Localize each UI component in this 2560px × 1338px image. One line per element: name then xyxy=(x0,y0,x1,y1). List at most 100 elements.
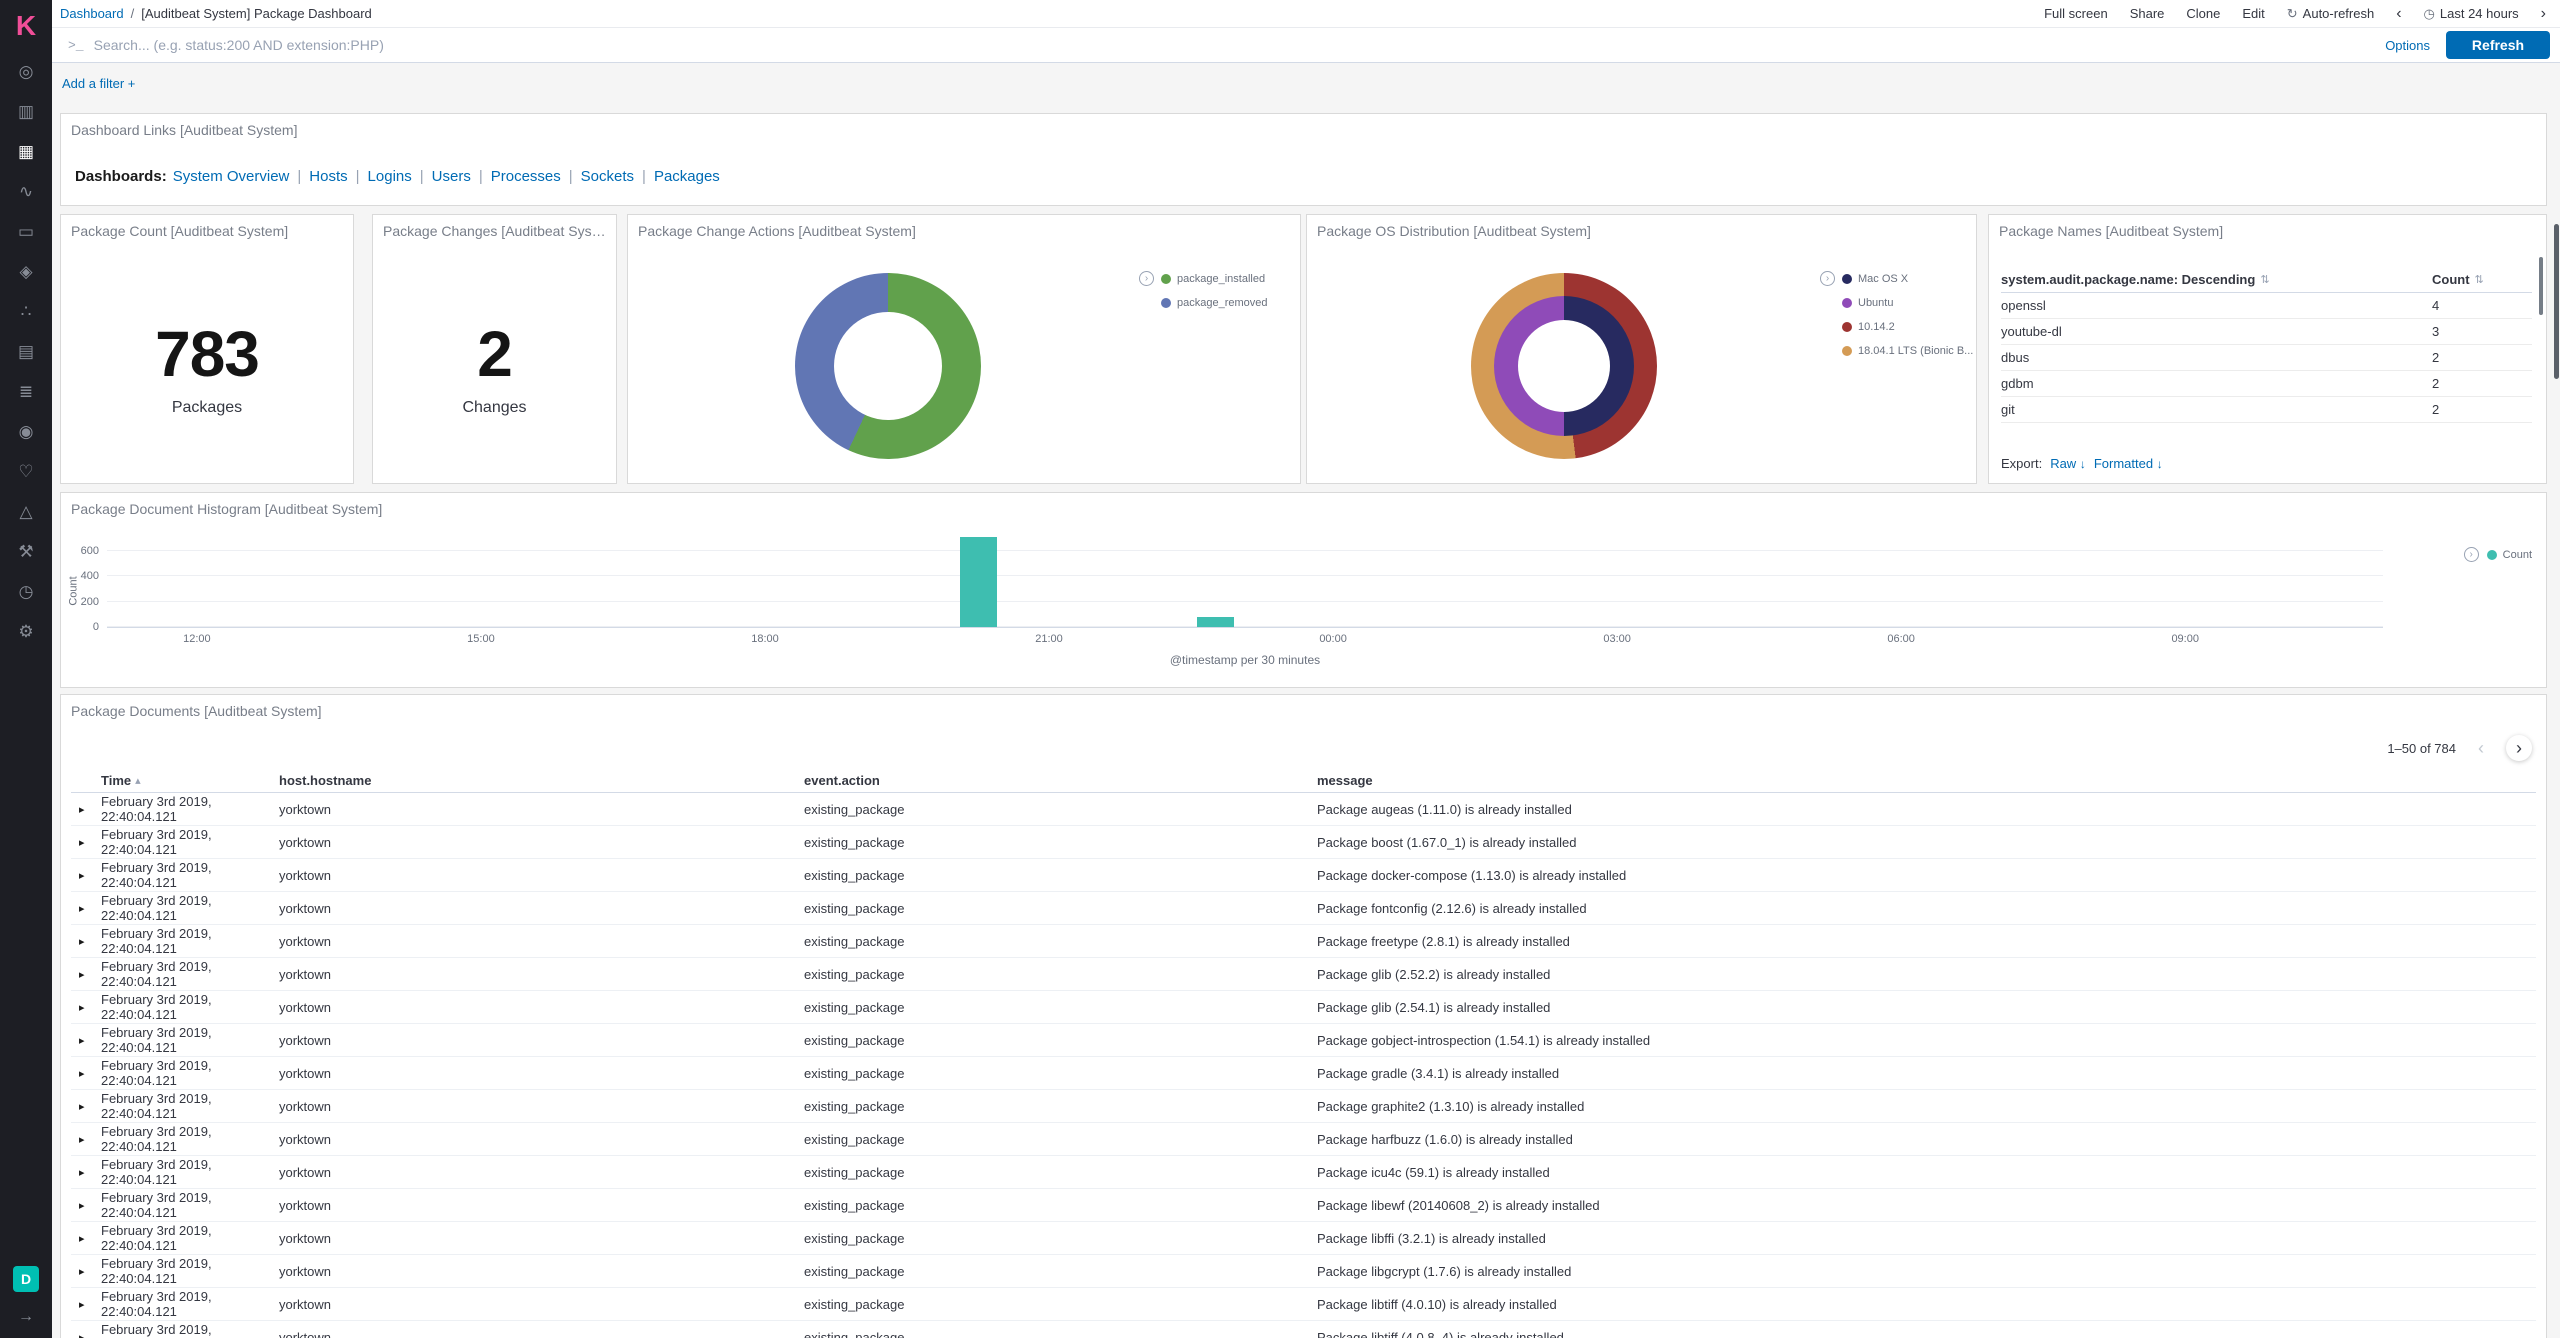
document-row[interactable]: ▸February 3rd 2019, 22:40:04.121 yorktown… xyxy=(71,1321,2536,1338)
expand-document-icon[interactable]: ▸ xyxy=(71,1067,101,1080)
dashboard-link-users[interactable]: Users xyxy=(432,168,471,185)
sidebar-item-logs[interactable]: ≣ xyxy=(0,372,52,412)
sidebar-item-dashboard[interactable]: ▦ xyxy=(0,132,52,172)
next-page-button[interactable]: › xyxy=(2506,735,2532,761)
sidebar-item-monitoring[interactable]: ◷ xyxy=(0,572,52,612)
document-row[interactable]: ▸February 3rd 2019, 22:40:04.121 yorktown… xyxy=(71,1156,2536,1189)
package-change-actions-donut[interactable] xyxy=(795,273,981,459)
package-name-row[interactable]: git 2 xyxy=(2001,397,2532,423)
kibana-logo[interactable]: K xyxy=(0,0,52,52)
export-formatted-link[interactable]: Formatted ↓ xyxy=(2094,456,2163,471)
edit-button[interactable]: Edit xyxy=(2242,6,2264,21)
time-back-button[interactable]: ‹ xyxy=(2396,5,2401,23)
expand-document-icon[interactable]: ▸ xyxy=(71,1100,101,1113)
document-row[interactable]: ▸February 3rd 2019, 22:40:04.121 yorktown… xyxy=(71,1288,2536,1321)
histogram-bar[interactable] xyxy=(1196,616,1235,627)
page-scrollbar-thumb[interactable] xyxy=(2554,224,2559,379)
legend-toggle-icon[interactable]: › xyxy=(2463,547,2479,562)
legend-item-10-14-2[interactable]: 10.14.2 xyxy=(1842,321,1973,333)
expand-document-icon[interactable]: ▸ xyxy=(71,968,101,981)
expand-document-icon[interactable]: ▸ xyxy=(71,1034,101,1047)
expand-document-icon[interactable]: ▸ xyxy=(71,1232,101,1245)
sidebar-item-apm[interactable]: ◉ xyxy=(0,412,52,452)
sidebar-item-dev-tools[interactable]: ⚒ xyxy=(0,532,52,572)
share-button[interactable]: Share xyxy=(2130,6,2165,21)
dashboard-link-system-overview[interactable]: System Overview xyxy=(173,168,290,185)
sort-ascending-icon[interactable]: ▴ xyxy=(135,774,141,787)
histogram-bar[interactable] xyxy=(959,537,998,627)
count-column-header[interactable]: Count ⇅ xyxy=(2432,272,2532,287)
space-badge[interactable]: D xyxy=(13,1266,39,1292)
legend-item-ubuntu[interactable]: Ubuntu xyxy=(1842,297,1973,309)
dashboard-link-logins[interactable]: Logins xyxy=(368,168,412,185)
legend-toggle-icon[interactable]: › xyxy=(1820,271,1835,286)
message-column-header[interactable]: message xyxy=(1317,773,2536,788)
package-os-distribution-donut[interactable] xyxy=(1471,273,1657,459)
dashboard-link-hosts[interactable]: Hosts xyxy=(309,168,347,185)
auto-refresh-button[interactable]: ↻ Auto-refresh xyxy=(2287,6,2374,22)
previous-page-button[interactable]: ‹ xyxy=(2468,735,2494,761)
document-row[interactable]: ▸February 3rd 2019, 22:40:04.121 yorktown… xyxy=(71,1090,2536,1123)
document-row[interactable]: ▸February 3rd 2019, 22:40:04.121 yorktown… xyxy=(71,859,2536,892)
clone-button[interactable]: Clone xyxy=(2186,6,2220,21)
expand-document-icon[interactable]: ▸ xyxy=(71,836,101,849)
sidebar-item-visualize[interactable]: ▥ xyxy=(0,92,52,132)
document-row[interactable]: ▸February 3rd 2019, 22:40:04.121 yorktown… xyxy=(71,1024,2536,1057)
expand-document-icon[interactable]: ▸ xyxy=(71,1265,101,1278)
document-row[interactable]: ▸February 3rd 2019, 22:40:04.121 yorktown… xyxy=(71,1189,2536,1222)
document-row[interactable]: ▸February 3rd 2019, 22:40:04.121 yorktown… xyxy=(71,793,2536,826)
dashboard-link-sockets[interactable]: Sockets xyxy=(581,168,634,185)
time-column-header[interactable]: Time ▴ xyxy=(101,773,279,788)
full-screen-button[interactable]: Full screen xyxy=(2044,6,2108,21)
document-row[interactable]: ▸February 3rd 2019, 22:40:04.121 yorktown… xyxy=(71,1123,2536,1156)
sidebar-item-machine-learning[interactable]: ∴ xyxy=(0,292,52,332)
time-range-picker[interactable]: ◷ Last 24 hours xyxy=(2424,6,2519,22)
query-options-button[interactable]: Options xyxy=(2385,38,2430,53)
breadcrumb-dashboard-link[interactable]: Dashboard xyxy=(60,6,124,21)
sidebar-item-discover[interactable]: ◎ xyxy=(0,52,52,92)
sidebar-item-infrastructure[interactable]: ▤ xyxy=(0,332,52,372)
dashboard-link-packages[interactable]: Packages xyxy=(654,168,720,185)
expand-document-icon[interactable]: ▸ xyxy=(71,1133,101,1146)
refresh-button[interactable]: Refresh xyxy=(2446,31,2550,59)
legend-item-package-removed[interactable]: package_removed xyxy=(1161,297,1268,309)
export-raw-link[interactable]: Raw ↓ xyxy=(2050,456,2086,471)
document-row[interactable]: ▸February 3rd 2019, 22:40:04.121 yorktown… xyxy=(71,826,2536,859)
document-row[interactable]: ▸February 3rd 2019, 22:40:04.121 yorktown… xyxy=(71,1057,2536,1090)
time-forward-button[interactable]: › xyxy=(2541,5,2546,23)
legend-item-mac-os-x[interactable]: Mac OS X xyxy=(1842,273,1973,285)
package-name-row[interactable]: youtube-dl 3 xyxy=(2001,319,2532,345)
expand-document-icon[interactable]: ▸ xyxy=(71,1166,101,1179)
document-row[interactable]: ▸February 3rd 2019, 22:40:04.121 yorktown… xyxy=(71,958,2536,991)
legend-item-count[interactable]: Count xyxy=(2486,549,2532,561)
expand-document-icon[interactable]: ▸ xyxy=(71,869,101,882)
legend-item-package-installed[interactable]: package_installed xyxy=(1161,273,1268,285)
package-name-row[interactable]: dbus 2 xyxy=(2001,345,2532,371)
expand-document-icon[interactable]: ▸ xyxy=(71,902,101,915)
document-row[interactable]: ▸February 3rd 2019, 22:40:04.121 yorktown… xyxy=(71,925,2536,958)
legend-toggle-icon[interactable]: › xyxy=(1139,271,1154,286)
package-name-row[interactable]: openssl 4 xyxy=(2001,293,2532,319)
event-action-column-header[interactable]: event.action xyxy=(804,773,1317,788)
sidebar-item-management[interactable]: ⚙ xyxy=(0,612,52,652)
os-donut-inner-ring[interactable] xyxy=(1494,296,1634,436)
sidebar-item-maps[interactable]: ◈ xyxy=(0,252,52,292)
package-name-row[interactable]: gdbm 2 xyxy=(2001,371,2532,397)
sidebar-item-canvas[interactable]: ▭ xyxy=(0,212,52,252)
sidebar-item-graph[interactable]: △ xyxy=(0,492,52,532)
expand-document-icon[interactable]: ▸ xyxy=(71,935,101,948)
legend-item-18-04-1-lts-bionic-b[interactable]: 18.04.1 LTS (Bionic B... xyxy=(1842,345,1973,357)
dashboard-link-processes[interactable]: Processes xyxy=(491,168,561,185)
document-row[interactable]: ▸February 3rd 2019, 22:40:04.121 yorktown… xyxy=(71,892,2536,925)
expand-document-icon[interactable]: ▸ xyxy=(71,1199,101,1212)
sort-icon[interactable]: ⇅ xyxy=(2475,273,2484,286)
collapse-nav-icon[interactable]: → xyxy=(18,1308,34,1326)
sort-icon[interactable]: ⇅ xyxy=(2260,273,2269,286)
search-input[interactable] xyxy=(93,37,2386,53)
expand-document-icon[interactable]: ▸ xyxy=(71,1298,101,1311)
sidebar-item-timelion[interactable]: ∿ xyxy=(0,172,52,212)
sidebar-item-uptime[interactable]: ♡ xyxy=(0,452,52,492)
document-row[interactable]: ▸February 3rd 2019, 22:40:04.121 yorktown… xyxy=(71,1222,2536,1255)
document-row[interactable]: ▸February 3rd 2019, 22:40:04.121 yorktown… xyxy=(71,1255,2536,1288)
package-name-column-header[interactable]: system.audit.package.name: Descending ⇅ xyxy=(2001,272,2432,287)
